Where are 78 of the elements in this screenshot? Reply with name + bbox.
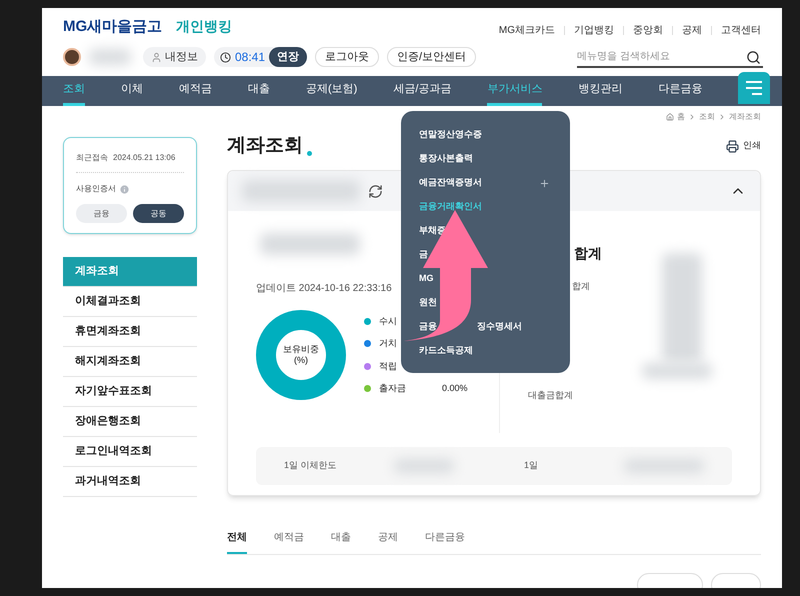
category-tab[interactable]: 대출 bbox=[331, 530, 351, 554]
last-access-time: 2024.05.21 13:06 bbox=[113, 152, 176, 164]
top-link[interactable]: MG체크카드 bbox=[498, 23, 555, 38]
nav-tab[interactable]: 이체 bbox=[121, 76, 143, 106]
security-center-button[interactable]: 인증/보안센터 bbox=[387, 47, 476, 67]
submenu-item[interactable]: 금융거래확인서 bbox=[419, 195, 552, 219]
submenu-item[interactable]: 통장사본출력 bbox=[419, 147, 552, 171]
sidebar-item[interactable]: 이체결과조회 bbox=[63, 287, 197, 317]
page-title: 계좌조회 bbox=[227, 134, 303, 158]
category-tab[interactable]: 다른금융 bbox=[425, 530, 465, 554]
breadcrumb-link[interactable]: 계좌조회 bbox=[729, 111, 761, 123]
legend-label: 거치 bbox=[379, 337, 397, 350]
nav-tab[interactable]: 뱅킹관리 bbox=[578, 76, 622, 106]
nav-tab[interactable]: 공제(보험) bbox=[306, 76, 358, 106]
category-tab[interactable]: 전체 bbox=[227, 530, 247, 554]
legend-label: 적립 bbox=[379, 360, 397, 372]
nav-tab[interactable]: 예적금 bbox=[179, 76, 212, 106]
nav-tab[interactable]: 대출 bbox=[248, 76, 270, 106]
update-time: 업데이트 2024-10-16 22:33:16 bbox=[256, 282, 393, 296]
sidebar-item[interactable]: 장애은행조회 bbox=[63, 407, 197, 437]
sidebar-item[interactable]: 로그인내역조회 bbox=[63, 437, 197, 467]
breadcrumb-link[interactable]: 홈 bbox=[677, 111, 685, 123]
printer-icon bbox=[726, 140, 739, 152]
top-link[interactable]: 중앙회 bbox=[633, 23, 663, 38]
menu-button[interactable] bbox=[738, 72, 770, 104]
submenu-item[interactable]: 원천 bbox=[419, 291, 552, 315]
sidebar-item[interactable]: 휴면계좌조회 bbox=[63, 317, 197, 347]
submenu-item[interactable]: 연말정산영수증 bbox=[419, 123, 552, 147]
limit-label: 1일 이체한도 bbox=[284, 459, 338, 472]
submenu-item[interactable]: 카드소득공제 bbox=[419, 339, 552, 363]
last-access-label: 최근접속 bbox=[76, 152, 108, 164]
user-icon bbox=[151, 52, 162, 62]
top-link[interactable]: 공제 bbox=[682, 23, 702, 38]
clock-icon bbox=[220, 52, 231, 62]
total-label: 합계 bbox=[571, 280, 591, 293]
submenu-item[interactable]: 예금잔액증명서 bbox=[419, 171, 552, 195]
home-icon[interactable] bbox=[666, 113, 674, 121]
donut-label: 보유비중 bbox=[283, 344, 319, 355]
chevron-icon bbox=[718, 113, 726, 121]
legend-label: 출자금 bbox=[379, 382, 406, 395]
submenu-item[interactable]: 금융 징수명세서 bbox=[419, 315, 552, 339]
certificate-option[interactable]: 공동 bbox=[133, 204, 184, 223]
timer-text: 08:41 bbox=[235, 49, 266, 66]
loan-total-label: 대출금합계 bbox=[528, 388, 574, 402]
sidebar-item[interactable]: 자기앞수표조회 bbox=[63, 377, 197, 407]
top-link[interactable]: 기업뱅킹 bbox=[574, 23, 614, 38]
certificate-option[interactable]: 금융 bbox=[76, 204, 127, 223]
submenu-item[interactable]: 금 bbox=[419, 243, 552, 267]
info-icon bbox=[119, 184, 130, 194]
submenu-item-tail: 징수명세서 bbox=[477, 320, 522, 334]
extend-button[interactable]: 연장 bbox=[269, 47, 308, 67]
sidebar-item[interactable]: 해지계좌조회 bbox=[63, 347, 197, 377]
bank-logo[interactable]: MG새마을금고 bbox=[63, 16, 162, 38]
legend-label: 수시 bbox=[379, 314, 397, 328]
top-link[interactable]: 고객센터 bbox=[721, 23, 761, 38]
submenu-item[interactable]: MG bbox=[419, 267, 552, 291]
limit-label: 1일 bbox=[524, 459, 538, 472]
category-tab[interactable]: 공제 bbox=[378, 530, 398, 554]
plus-icon[interactable] bbox=[539, 178, 550, 188]
certificate-label: 사용인증서 bbox=[76, 183, 116, 195]
breadcrumb-link[interactable]: 조회 bbox=[699, 111, 715, 123]
nav-tab[interactable]: 조회 bbox=[63, 76, 85, 106]
nav-tab[interactable]: 다른금융 bbox=[658, 76, 702, 106]
avatar-icon bbox=[63, 48, 81, 66]
refresh-icon[interactable] bbox=[368, 184, 383, 198]
donut-unit: (%) bbox=[294, 355, 308, 366]
chevron-icon bbox=[688, 113, 696, 121]
category-tab[interactable]: 예적금 bbox=[274, 530, 304, 554]
my-info-button[interactable]: 내정보 bbox=[143, 47, 206, 67]
nav-tab[interactable]: 세금/공과금 bbox=[393, 76, 452, 106]
legend-value: 0.00% bbox=[442, 382, 468, 395]
total-heading: 합계 bbox=[573, 244, 603, 263]
search-icon[interactable] bbox=[746, 50, 761, 64]
print-button[interactable]: 인쇄 bbox=[726, 139, 761, 153]
sidebar-item[interactable]: 과거내역조회 bbox=[63, 467, 197, 497]
search-field[interactable]: 메뉴명을 검색하세요 bbox=[577, 46, 763, 68]
nav-tab[interactable]: 부가서비스 bbox=[487, 76, 542, 106]
logout-button[interactable]: 로그아웃 bbox=[315, 47, 380, 67]
